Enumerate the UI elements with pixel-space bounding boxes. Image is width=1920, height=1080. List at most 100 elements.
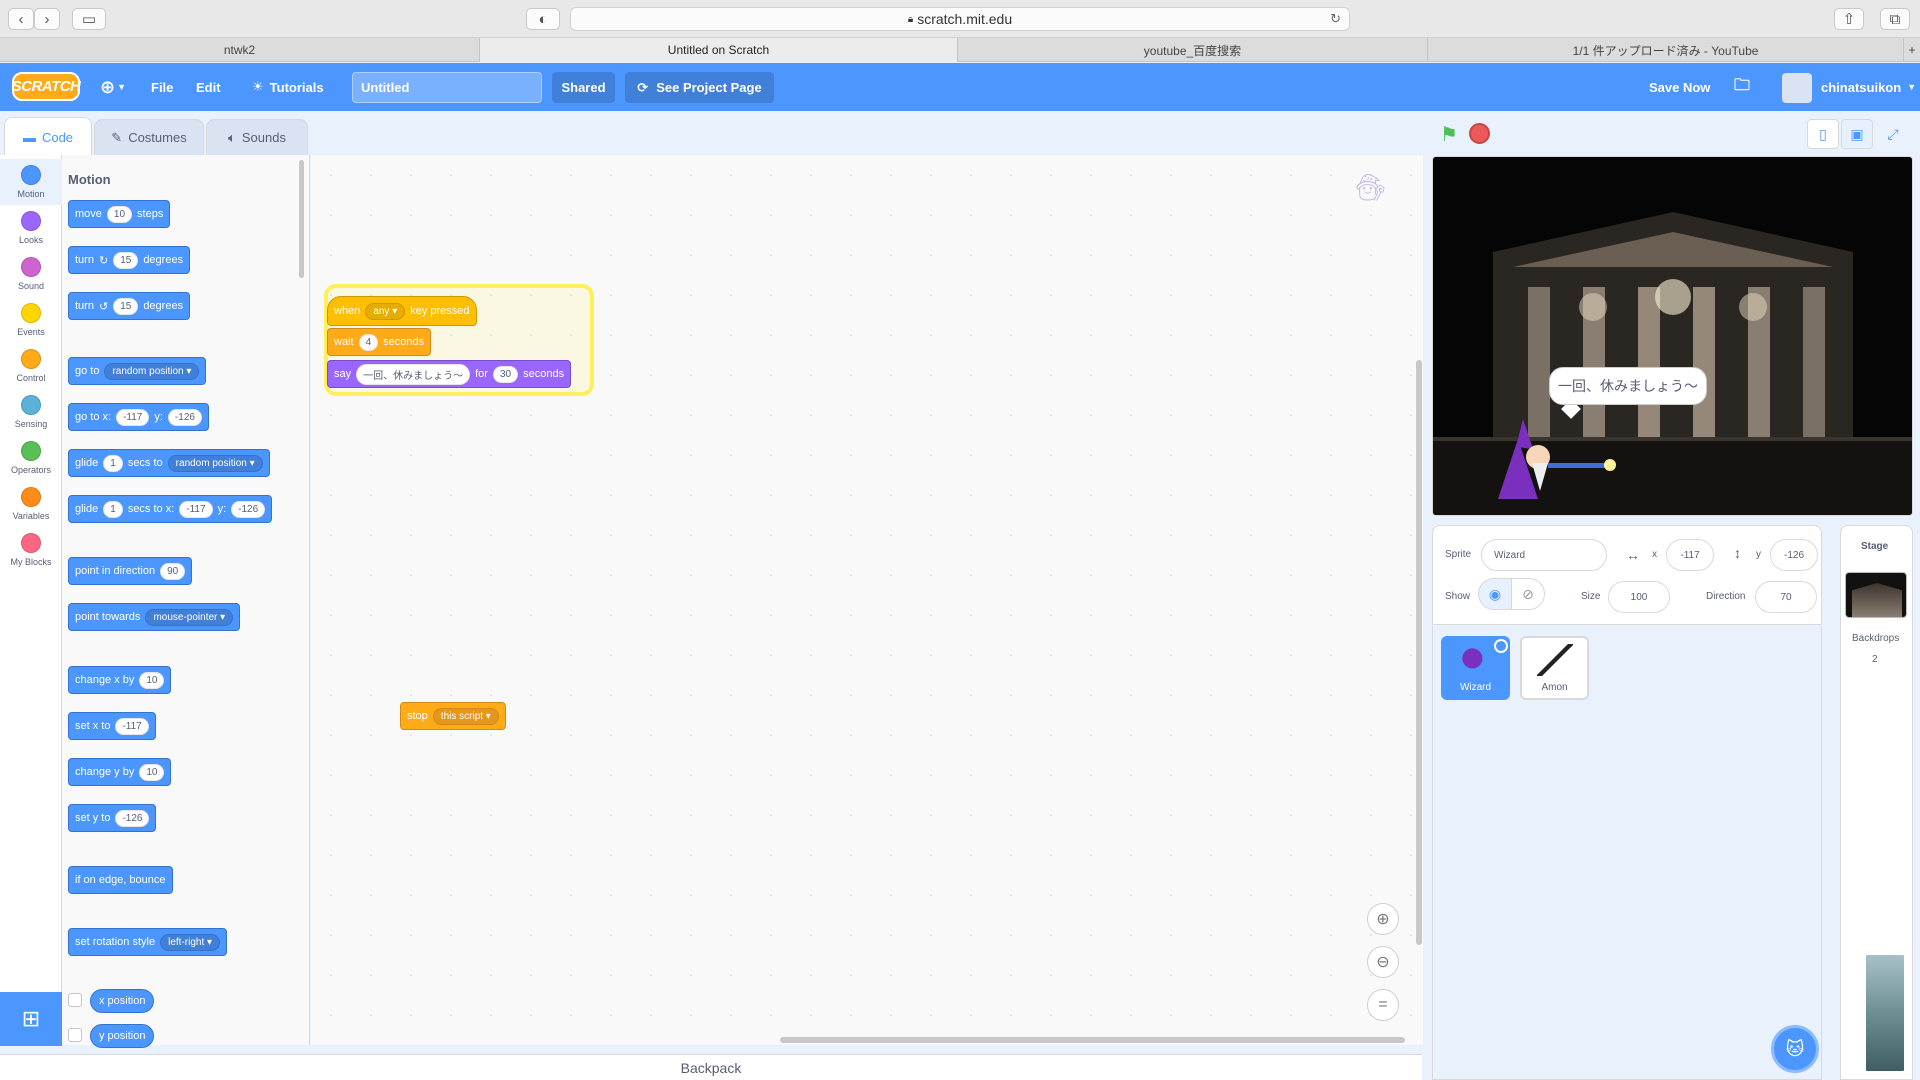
turn-left-block[interactable]: turn ↺ 15 degrees [68,292,191,320]
set-y-block[interactable]: set y to -126 [68,804,157,832]
browser-tab[interactable]: ntwk2 [0,38,480,62]
zoom-in-icon[interactable]: ⊕ [1367,903,1399,935]
backpack[interactable]: Backpack [0,1054,1422,1080]
see-project-page-button[interactable]: ⟳ See Project Page [625,72,774,103]
stop-icon[interactable] [1469,123,1490,144]
category-my-blocks[interactable]: My Blocks [0,527,62,573]
change-x-block[interactable]: change x by 10 [68,666,172,694]
reload-icon[interactable]: ↻ [1330,11,1341,27]
category-operators[interactable]: Operators [0,435,62,481]
plus-icon[interactable]: + [1904,38,1920,62]
glide-to-xy-block[interactable]: glide 1 secs to x: -117 y: -126 [68,495,273,523]
category-events[interactable]: Events [0,297,62,343]
workspace-horizontal-scrollbar[interactable] [780,1037,1405,1043]
palette-scrollbar[interactable] [299,160,304,278]
set-x-block[interactable]: set x to -117 [68,712,156,740]
choose-sprite-cat-icon[interactable]: 🐱︎ [1771,1025,1819,1073]
move-steps-block[interactable]: move 10 steps [68,200,171,228]
show-hidden-eye-icon[interactable]: ⊘ [1511,578,1545,610]
edit-menu[interactable]: Edit [196,63,221,111]
go-to-block[interactable]: go to random position ▾ [68,357,207,385]
block-input[interactable]: 15 [113,297,139,315]
block-input[interactable]: -117 [116,408,150,426]
forward-button[interactable]: › [34,8,60,30]
tutorials-button[interactable]: ☀ Tutorials [252,63,324,111]
y-position-reporter[interactable]: y position [90,1024,155,1048]
block-input[interactable]: -126 [231,500,266,518]
folder-icon[interactable]: 🗀 [1734,63,1750,111]
browser-tab-active[interactable]: Untitled on Scratch [480,38,958,62]
size-input[interactable]: 100 [1608,581,1670,613]
go-to-xy-block[interactable]: go to x: -117 y: -126 [68,403,209,431]
block-dropdown[interactable]: left-right ▾ [160,933,221,951]
backdrop-thumbnail[interactable] [1845,572,1907,618]
fullscreen-icon[interactable]: ⤢ [1877,119,1909,149]
block-input[interactable]: 4 [358,333,379,351]
category-motion[interactable]: Motion [0,159,62,205]
browser-tab[interactable]: 1/1 件アップロード済み - YouTube [1428,38,1904,62]
block-dropdown[interactable]: random position ▾ [104,362,200,380]
privacy-icon[interactable]: ◐ [526,8,560,30]
sprite-name-input[interactable]: Wizard [1481,539,1607,571]
sidebar-toggle-icon[interactable]: ▭ [72,8,106,30]
block-input[interactable]: 10 [139,671,165,689]
wait-seconds-block[interactable]: wait 4 seconds [327,328,432,356]
turn-right-block[interactable]: turn ↻ 15 degrees [68,246,191,274]
block-input[interactable]: -117 [179,500,213,518]
stop-block[interactable]: stop this script ▾ [400,702,506,730]
small-stage-icon[interactable]: ▯ [1807,119,1839,149]
block-dropdown[interactable]: mouse-pointer ▾ [145,608,234,626]
block-input[interactable]: 30 [492,365,519,383]
zoom-out-icon[interactable]: ⊖ [1367,946,1399,978]
category-sensing[interactable]: Sensing [0,389,62,435]
browser-tab[interactable]: youtube_百度搜索 [958,38,1428,62]
block-input[interactable]: -117 [115,717,149,735]
block-input[interactable]: 一回、休みましょう〜 [356,363,471,385]
delete-sprite-icon[interactable] [1494,639,1508,653]
url-bar[interactable]: 🔒︎ scratch.mit.edu ↻ [570,7,1350,31]
tab-code[interactable]: ▬ Code [4,117,92,157]
block-input[interactable]: -126 [115,809,150,827]
block-input[interactable]: 10 [139,763,165,781]
stage-canvas[interactable] [1432,156,1913,516]
tab-costumes[interactable]: ✎ Costumes [94,119,204,155]
category-sound[interactable]: Sound [0,251,62,297]
block-input[interactable]: -126 [167,408,202,426]
block-dropdown[interactable]: random position ▾ [167,454,263,472]
change-y-block[interactable]: change y by 10 [68,758,172,786]
y-position-checkbox[interactable] [68,1028,82,1042]
tab-sounds[interactable]: 🔈︎ Sounds [206,119,308,155]
point-in-direction-block[interactable]: point in direction 90 [68,557,193,585]
back-button[interactable]: ‹ [8,8,34,30]
category-control[interactable]: Control [0,343,62,389]
when-key-pressed-block[interactable]: when any ▾ key pressed [327,296,477,326]
sprite-tile-amon[interactable]: Amon [1520,636,1589,700]
account-menu[interactable]: chinatsuikon ▼ [1821,63,1916,111]
scratch-logo[interactable]: SCRATCH [12,72,81,101]
x-position-checkbox[interactable] [68,993,82,1007]
category-variables[interactable]: Variables [0,481,62,527]
project-title-input[interactable]: Untitled [352,72,542,103]
x-position-reporter[interactable]: x position [90,989,155,1013]
show-visible-eye-icon[interactable]: ◉ [1478,578,1512,610]
share-icon[interactable]: ⇧ [1834,8,1864,30]
y-input[interactable]: -126 [1770,539,1818,571]
globe-icon[interactable]: ⊕ ▼ [100,63,126,111]
block-input[interactable]: 1 [103,454,123,472]
say-for-seconds-block[interactable]: say 一回、休みましょう〜 for 30 seconds [327,360,572,388]
set-rotation-style-block[interactable]: set rotation style left-right ▾ [68,928,228,956]
block-input[interactable]: 90 [160,562,186,580]
block-input[interactable]: 10 [106,205,133,223]
file-menu[interactable]: File [151,63,173,111]
workspace-vertical-scrollbar[interactable] [1416,360,1422,945]
tabs-overview-icon[interactable]: ⧉ [1880,8,1910,30]
large-stage-icon[interactable]: ▣ [1841,119,1873,149]
block-input[interactable]: 1 [103,500,123,518]
avatar[interactable] [1782,73,1812,103]
shared-button[interactable]: Shared [552,72,615,103]
category-looks[interactable]: Looks [0,205,62,251]
save-now-button[interactable]: Save Now [1649,63,1710,111]
add-extension-button[interactable]: ⊞ [0,992,62,1046]
block-dropdown[interactable]: any ▾ [365,302,406,320]
glide-to-block[interactable]: glide 1 secs to random position ▾ [68,449,270,477]
